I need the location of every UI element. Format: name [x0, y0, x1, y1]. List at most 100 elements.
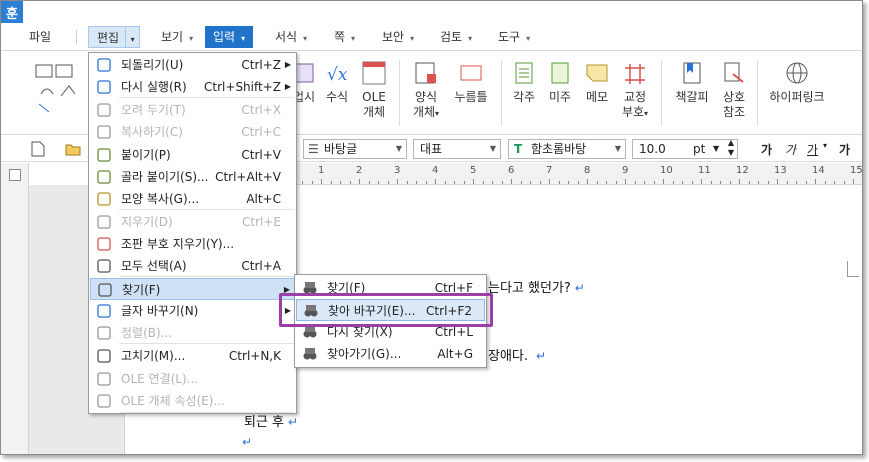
menu-item-paste[interactable]: 붙이기(P) Ctrl+V: [90, 144, 295, 166]
menu-item-sort-label: 정렬(B)...: [121, 326, 173, 340]
paragraph-mark-icon: ↵: [242, 435, 253, 449]
menu-format[interactable]: 서식 ▾: [275, 26, 307, 48]
new-document-icon[interactable]: [31, 141, 45, 160]
menu-view[interactable]: 보기 ▾: [161, 26, 193, 48]
formula-button[interactable]: √x 수식: [319, 60, 355, 105]
ruler-number: 8: [584, 165, 591, 176]
menu-item-copy-icon: [96, 124, 112, 140]
strike-button[interactable]: 가: [839, 141, 850, 158]
menu-page[interactable]: 쪽 ▾: [334, 26, 355, 48]
menu-review[interactable]: 검토 ▾: [440, 26, 472, 48]
menu-item-format-copy[interactable]: 모양 복사(G)... Alt+C: [90, 188, 295, 210]
chevron-down-icon[interactable]: ▾: [125, 27, 139, 47]
menu-bar: 파일 편집 ▾ 보기 ▾ 입력 ▾ 서식 ▾ 쪽 ▾ 보안 ▾ 검토 ▾ 도구 ▾: [1, 23, 862, 51]
font-size-input[interactable]: 10.0 pt ▼ ▲ ▼: [632, 138, 738, 159]
ribbon-divider: [501, 60, 502, 126]
vertical-ruler: [1, 163, 29, 454]
app-icon[interactable]: 훈: [1, 1, 23, 23]
ruler-tick: [710, 181, 712, 184]
document-line[interactable]: ↵: [242, 435, 252, 450]
language-select[interactable]: 대표 ▼: [413, 139, 501, 159]
menu-item-replace-char-icon: [96, 303, 112, 319]
menu-item-copy-shortcut: Ctrl+C: [241, 125, 281, 139]
table-icon[interactable]: [35, 64, 87, 115]
footnote-button[interactable]: 각주: [508, 60, 540, 105]
menu-security[interactable]: 보안 ▾: [382, 26, 414, 48]
memo-icon: [586, 64, 608, 82]
ruler-tick: [824, 181, 826, 184]
revision-mark-button[interactable]: 교정 부호▾: [618, 60, 652, 121]
menu-separator: [119, 276, 294, 277]
hyperlink-button[interactable]: 하이퍼링크: [765, 60, 829, 105]
revision-mark-icon: [625, 64, 645, 84]
formula-label: 수식: [325, 90, 349, 104]
ruler-number: 6: [508, 165, 515, 176]
menu-tools[interactable]: 도구 ▾: [498, 26, 530, 48]
chevron-down-icon: ▾: [351, 34, 356, 43]
menu-edit-label: 편집: [97, 31, 120, 45]
cross-reference-button[interactable]: 상호 참조: [717, 60, 751, 120]
chevron-down-icon: ▼: [489, 144, 496, 153]
open-folder-icon[interactable]: [65, 142, 81, 159]
menu-item-ole-properties-icon: [96, 393, 112, 409]
submenu-item-go-to-shortcut: Alt+G: [437, 347, 473, 361]
ruler-number: 9: [622, 165, 629, 176]
menu-file[interactable]: 파일: [29, 26, 51, 48]
menu-item-undo[interactable]: 되돌리기(U) Ctrl+Z ▶: [90, 54, 295, 76]
ribbon-divider: [399, 60, 400, 126]
document-line-text: 는다고 했던가?: [488, 281, 571, 296]
document-line[interactable]: 는다고 했던가? ↵: [488, 277, 585, 296]
endnote-button[interactable]: 미주: [544, 60, 576, 105]
style-select[interactable]: ☰ 바탕글 ▼: [303, 139, 407, 159]
ruler-tick: [815, 179, 816, 184]
form-object-button[interactable]: 양식 개체▾: [409, 60, 443, 121]
cross-reference-label-2: 참조: [722, 105, 746, 119]
menu-item-edit-fix[interactable]: 고치기(M)... Ctrl+N,K: [90, 345, 295, 367]
submenu-arrow-icon: ▶: [284, 82, 291, 91]
document-line-text: 퇴근 후: [244, 415, 285, 430]
document-line[interactable]: 장애다. ↵: [488, 345, 546, 364]
ruler-tick: [473, 179, 474, 184]
menu-item-remove-marks[interactable]: 조판 부호 지우기(Y)...: [90, 233, 295, 255]
ruler-tick: [615, 181, 617, 184]
cross-reference-label-1: 상호: [722, 90, 746, 104]
ruler-tick: [739, 179, 740, 184]
highlight-annotation: [279, 293, 493, 327]
bold-button[interactable]: 가: [761, 141, 772, 158]
style-value: 바탕글: [324, 142, 358, 156]
chevron-down-icon: ▾: [468, 34, 473, 43]
stepper-icon[interactable]: ▲ ▼: [728, 138, 734, 158]
ruler-tick: [663, 179, 664, 184]
menu-item-paste-special[interactable]: 골라 붙이기(S)... Ctrl+Alt+V: [90, 166, 295, 188]
ruler-tick: [596, 181, 598, 184]
italic-button[interactable]: 가: [785, 141, 796, 158]
menu-item-delete-label: 지우기(D): [121, 215, 173, 229]
app-window: 훈 파일 편집 ▾ 보기 ▾ 입력 ▾ 서식 ▾ 쪽 ▾ 보안 ▾ 검토 ▾ 도구 ▾ 업시 √…: [0, 0, 863, 455]
ruler-corner-icon[interactable]: [9, 169, 21, 181]
menu-item-paste-shortcut: Ctrl+V: [241, 148, 281, 162]
menu-item-select-all[interactable]: 모두 선택(A) Ctrl+A: [90, 255, 295, 277]
submenu-item-go-to[interactable]: 찾아가기(G)... Alt+G: [296, 343, 485, 365]
ruler-tick: [558, 181, 560, 184]
menu-item-redo[interactable]: 다시 실행(R) Ctrl+Shift+Z ▶: [90, 76, 295, 98]
menu-file-label: 파일: [29, 30, 52, 44]
ruler-tick: [482, 181, 484, 184]
chevron-down-icon[interactable]: ▾: [823, 141, 827, 150]
ruler-tick: [501, 181, 503, 184]
chevron-down-icon[interactable]: ▼: [713, 140, 719, 158]
menu-item-sort-icon: [96, 325, 112, 341]
menu-edit[interactable]: 편집 ▾: [88, 26, 141, 48]
underline-button[interactable]: 가: [807, 141, 818, 158]
input-field-button[interactable]: 누름틀: [450, 60, 492, 105]
memo-button[interactable]: 메모: [581, 60, 613, 105]
submenu-arrow-icon: ▶: [284, 60, 291, 69]
bookmark-button[interactable]: 책갈피: [672, 60, 712, 105]
menu-input[interactable]: 입력 ▾: [205, 26, 254, 48]
ruler-tick: [520, 181, 522, 184]
font-select[interactable]: T 함초롬바탕 ▼: [508, 139, 626, 159]
menu-item-format-copy-label: 모양 복사(G)...: [121, 192, 200, 206]
menu-item-replace-char[interactable]: 글자 바꾸기(N) ▶: [90, 300, 295, 322]
ole-object-button[interactable]: OLE 개체: [358, 60, 390, 120]
menu-item-find[interactable]: 찾기(F) ▶: [90, 278, 295, 300]
ruler-tick: [368, 181, 370, 184]
